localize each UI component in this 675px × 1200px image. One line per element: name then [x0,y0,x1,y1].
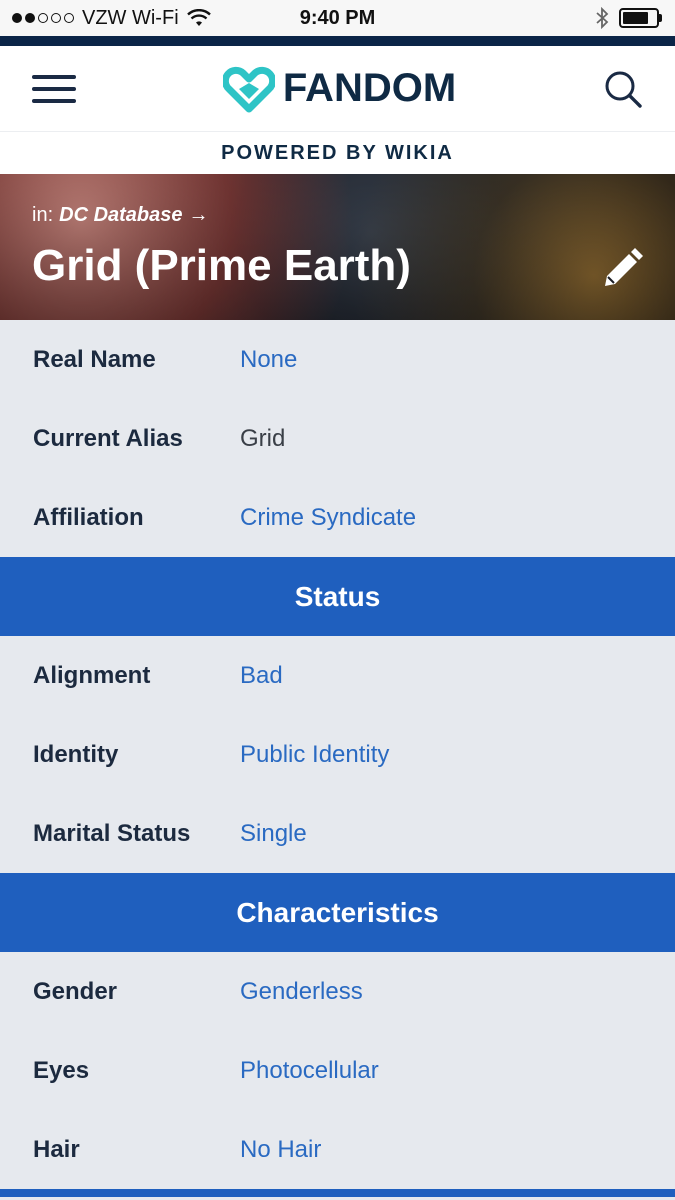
wiki-link[interactable]: DC Database [59,204,182,227]
row-label: Current Alias [33,424,183,452]
row-value-link[interactable]: Genderless [240,978,363,1006]
row-label: Eyes [33,1056,90,1084]
section-header-characteristics: Characteristics [0,873,675,952]
wifi-icon [186,9,211,26]
next-section-strip [0,1189,675,1197]
row-value-link[interactable]: Single [240,820,307,848]
powered-by-banner: POWERED BY WIKIA [0,132,675,174]
header-top-strip [0,36,675,46]
bluetooth-icon [596,7,609,29]
infobox-row-current-alias: Current Alias Grid [0,399,675,478]
row-value-link[interactable]: None [240,346,297,374]
search-icon[interactable] [603,69,643,109]
row-value: Grid [240,424,286,452]
page-hero: in: DC Database → Grid (Prime Earth) [0,174,675,320]
row-label: Real Name [33,345,156,373]
infobox-row-hair: Hair No Hair [0,1110,675,1189]
arrow-right-icon: → [188,204,209,226]
row-label: Gender [33,977,118,1005]
breadcrumb-prefix: in: [32,204,54,226]
site-header: FANDOM [0,46,675,132]
section-header-status: Status [0,557,675,636]
row-label: Marital Status [33,819,191,847]
row-value-link[interactable]: Public Identity [240,741,389,769]
row-value-link[interactable]: Photocellular [240,1057,379,1085]
row-value-link[interactable]: Bad [240,662,283,690]
infobox-row-gender: Gender Genderless [0,952,675,1031]
infobox-row-marital-status: Marital Status Single [0,794,675,873]
fandom-logo[interactable]: FANDOM [222,65,457,113]
carrier-label: VZW Wi-Fi [82,6,179,29]
page-title: Grid (Prime Earth) [32,241,411,290]
breadcrumb: in: DC Database → [32,204,643,227]
row-value-link[interactable]: Crime Syndicate [240,504,416,532]
battery-icon [619,8,663,28]
status-left: VZW Wi-Fi [12,7,211,30]
row-label: Alignment [33,661,151,689]
infobox-row-affiliation: Affiliation Crime Syndicate [0,478,675,557]
infobox-row-identity: Identity Public Identity [0,715,675,794]
row-label: Hair [33,1135,80,1163]
signal-icon [12,13,74,23]
infobox-row-real-name: Real Name None [0,320,675,399]
menu-icon[interactable] [32,74,76,103]
logo-text: FANDOM [282,66,457,110]
status-bar: VZW Wi-Fi 9:40 PM [0,0,675,36]
infobox-row-eyes: Eyes Photocellular [0,1031,675,1110]
row-label: Affiliation [33,503,144,531]
status-right [595,7,663,29]
fandom-heart-icon [222,66,275,112]
row-label: Identity [33,740,119,768]
pencil-icon[interactable] [599,246,645,292]
row-value-link[interactable]: No Hair [240,1136,321,1164]
infobox-row-alignment: Alignment Bad [0,636,675,715]
